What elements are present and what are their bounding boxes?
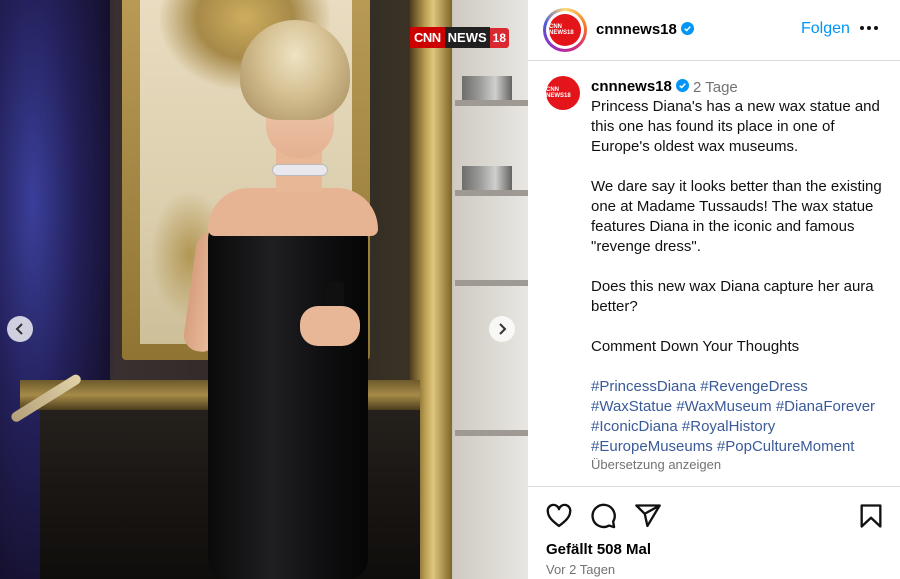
caption-paragraph: We dare say it looks better than the exi… <box>591 178 882 255</box>
statue-hair <box>240 20 350 120</box>
caption-username-wrap[interactable]: cnnnews18 <box>591 78 689 95</box>
caption-paragraph: Does this new wax Diana capture her aura… <box>591 278 874 315</box>
comment-icon[interactable] <box>589 502 617 530</box>
next-image-button[interactable] <box>489 316 515 342</box>
post-media[interactable]: CNN NEWS 18 <box>0 0 528 579</box>
caption-paragraph: Comment Down Your Thoughts <box>591 338 800 355</box>
follow-button[interactable]: Folgen <box>801 20 850 38</box>
shelf-books <box>462 166 512 190</box>
statue-shoulders <box>208 188 378 236</box>
show-translation-link[interactable]: Übersetzung anzeigen <box>591 457 721 472</box>
heart-icon[interactable] <box>545 502 573 530</box>
hashtag-link[interactable]: #RoyalHistory <box>682 418 775 435</box>
black-dress <box>208 210 368 579</box>
hashtag-link[interactable]: #WaxStatue <box>591 398 672 415</box>
wax-statue <box>180 20 380 579</box>
caption-paragraph: Princess Diana's has a new wax statue an… <box>591 98 880 155</box>
previous-image-button[interactable] <box>7 316 33 342</box>
profile-avatar[interactable]: CNN NEWS18 <box>543 8 587 52</box>
hashtag-link[interactable]: #DianaForever <box>776 398 875 415</box>
hashtag-list: #PrincessDiana #RevengeDress #WaxStatue … <box>591 377 891 457</box>
post-header: CNN NEWS18 cnnnews18 Folgen <box>528 0 900 61</box>
shelf <box>455 430 528 436</box>
post-caption: Princess Diana's has a new wax statue an… <box>591 97 891 357</box>
post-time-ago[interactable]: 2 Tage <box>693 79 738 96</box>
hashtag-link[interactable]: #WaxMuseum <box>676 398 771 415</box>
channel-watermark: CNN NEWS 18 <box>410 27 510 48</box>
caption-username[interactable]: cnnnews18 <box>591 78 672 95</box>
more-horizontal-icon[interactable] <box>859 18 879 38</box>
verified-badge-icon <box>675 79 689 92</box>
chevron-right-icon <box>499 323 507 335</box>
divider <box>528 486 900 487</box>
shelf-books <box>462 76 512 100</box>
bookmark-icon[interactable] <box>857 502 885 530</box>
hashtag-link[interactable]: #PrincessDiana <box>591 378 696 395</box>
hashtag-link[interactable]: #PopCultureMoment <box>717 438 855 455</box>
header-username[interactable]: cnnnews18 <box>596 21 677 38</box>
post-side-panel: CNN NEWS18 cnnnews18 Folgen CNN NEWS18 c… <box>528 0 900 579</box>
post-date[interactable]: Vor 2 Tagen <box>546 562 615 577</box>
watermark-news: NEWS <box>444 27 490 48</box>
caption-avatar[interactable]: CNN NEWS18 <box>546 76 580 110</box>
hashtag-link[interactable]: #EuropeMuseums <box>591 438 713 455</box>
shelf <box>455 280 528 286</box>
shelf <box>455 100 528 106</box>
hashtag-link[interactable]: #IconicDiana <box>591 418 678 435</box>
chevron-left-icon <box>15 323 23 335</box>
shelf <box>455 190 528 196</box>
avatar-logo: CNN NEWS18 <box>549 14 581 46</box>
verified-badge-icon <box>680 22 694 35</box>
hashtag-link[interactable]: #RevengeDress <box>700 378 808 395</box>
watermark-cnn: CNN <box>410 27 445 48</box>
like-count[interactable]: Gefällt 508 Mal <box>546 541 651 558</box>
send-icon[interactable] <box>634 502 662 530</box>
statue-hands <box>300 306 360 346</box>
watermark-18: 18 <box>489 27 510 48</box>
choker-necklace <box>272 164 328 176</box>
header-username-wrap[interactable]: cnnnews18 <box>596 21 694 38</box>
